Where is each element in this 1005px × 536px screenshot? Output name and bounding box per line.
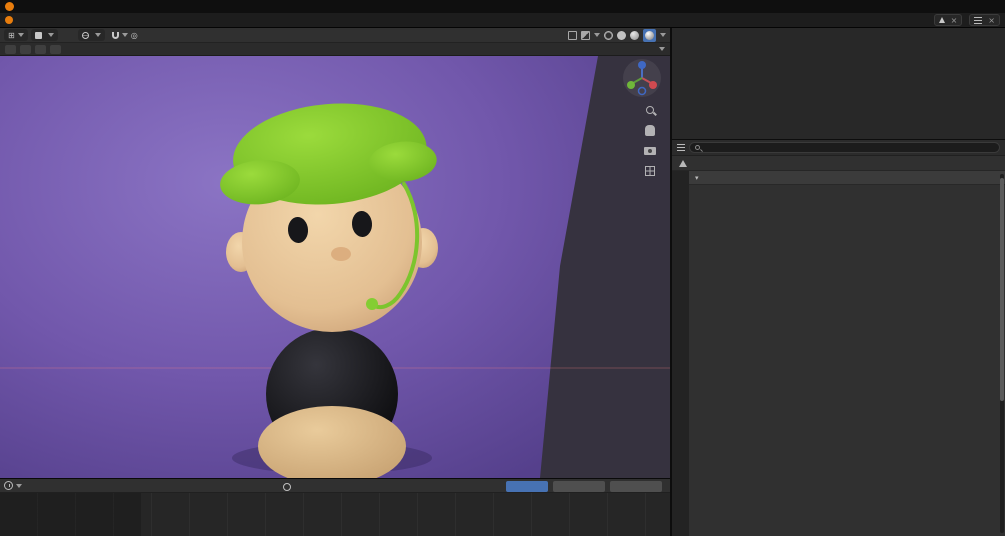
properties-main: ▾ <box>672 171 1005 536</box>
viewport-canvas[interactable] <box>0 56 670 478</box>
panel-header[interactable]: ▾ <box>689 171 1005 185</box>
pan-hand-icon[interactable] <box>645 125 655 136</box>
right-panel: ▾ <box>671 28 1005 536</box>
blender-window: × × ⊞ ◎ ▾ <box>0 0 1005 536</box>
options-dropdown[interactable] <box>655 47 665 51</box>
auto-keying-icon[interactable] <box>283 482 291 491</box>
timeline-editor <box>0 478 671 536</box>
properties-breadcrumb <box>672 156 1005 171</box>
frame-fields <box>506 481 662 492</box>
character-nose <box>331 247 351 261</box>
titlebar <box>0 0 1005 13</box>
chevron-down-icon <box>47 33 54 37</box>
pre-range-shading <box>0 493 141 536</box>
proportional-editing-icon[interactable]: ◎ <box>131 31 138 40</box>
viewlayer-icon <box>974 16 983 24</box>
topbar: × × <box>0 13 1005 28</box>
tool-setting-icon[interactable] <box>20 44 31 54</box>
current-frame-field[interactable] <box>506 481 548 492</box>
shading-wireframe-icon[interactable] <box>604 30 613 40</box>
camera-view-icon[interactable] <box>644 147 656 155</box>
panel-expand-icon: ▾ <box>695 173 699 182</box>
tool-setting-icon[interactable] <box>5 44 16 54</box>
viewport-nav-buttons <box>644 106 656 176</box>
properties-editor-icon[interactable] <box>677 144 685 151</box>
globe-icon <box>81 31 89 39</box>
shading-solid-icon[interactable] <box>617 30 626 40</box>
tool-settings-bar <box>0 43 670 56</box>
scene-data-icon <box>679 159 687 167</box>
viewlayer-unlink-icon[interactable]: × <box>988 16 995 25</box>
shading-material-icon[interactable] <box>630 30 639 40</box>
show-gizmo-icon[interactable] <box>568 30 577 40</box>
scene-icon <box>938 17 945 23</box>
properties-search-row <box>672 140 1005 156</box>
properties-editor: ▾ <box>672 140 1005 536</box>
cord-tip <box>366 298 378 310</box>
chevron-down-icon <box>660 33 666 37</box>
blender-menu-icon[interactable] <box>5 16 13 24</box>
tool-setting-icon[interactable] <box>50 44 61 54</box>
search-icon <box>695 145 700 150</box>
editor-type-selector[interactable]: ⊞ <box>4 29 28 41</box>
3d-scene <box>0 56 670 478</box>
timeline-editor-icon[interactable] <box>4 481 13 490</box>
chevron-down-icon <box>94 33 101 37</box>
properties-tabstrip <box>672 171 689 536</box>
chevron-down-icon <box>16 483 22 488</box>
object-mode-icon <box>34 31 42 39</box>
attribute-rows <box>689 185 1005 536</box>
topbar-right: × × <box>933 14 1000 26</box>
search-input[interactable] <box>689 142 1000 153</box>
chevron-down-icon <box>594 33 600 37</box>
scene-unlink-icon[interactable]: × <box>951 16 958 25</box>
blender-logo-icon <box>5 2 14 11</box>
transform-orientation-selector[interactable] <box>77 29 105 41</box>
scene-selector[interactable]: × <box>933 14 963 26</box>
mode-selector[interactable] <box>30 29 58 41</box>
viewlayer-selector[interactable]: × <box>969 14 1000 26</box>
frame-end-field[interactable] <box>610 481 662 492</box>
scrollbar-thumb[interactable] <box>1000 178 1004 401</box>
frame-start-field[interactable] <box>553 481 605 492</box>
timeline-ruler[interactable] <box>0 493 670 536</box>
viewport-header-toggles <box>568 28 666 42</box>
tool-setting-icon[interactable] <box>35 44 46 54</box>
raptor-generator-panel: ▾ <box>689 171 1005 536</box>
timeline-header <box>0 478 670 493</box>
snap-magnet-icon[interactable] <box>111 31 119 39</box>
3d-viewport: ⊞ ◎ <box>0 28 671 478</box>
zoom-icon[interactable] <box>646 106 654 114</box>
viewport-header: ⊞ ◎ <box>0 28 670 43</box>
outliner <box>672 28 1005 140</box>
rendered-sphere-icon <box>645 30 654 40</box>
chevron-down-icon <box>121 33 128 37</box>
editor-type-icon: ⊞ <box>8 30 15 40</box>
shading-rendered-icon[interactable] <box>643 28 656 42</box>
chevron-down-icon <box>659 47 665 51</box>
toggle-perspective-icon[interactable] <box>645 166 655 176</box>
scrollbar[interactable] <box>1000 174 1004 533</box>
show-overlays-icon[interactable] <box>581 30 590 40</box>
navigation-gizmo[interactable] <box>622 58 662 98</box>
chevron-down-icon <box>17 33 24 37</box>
